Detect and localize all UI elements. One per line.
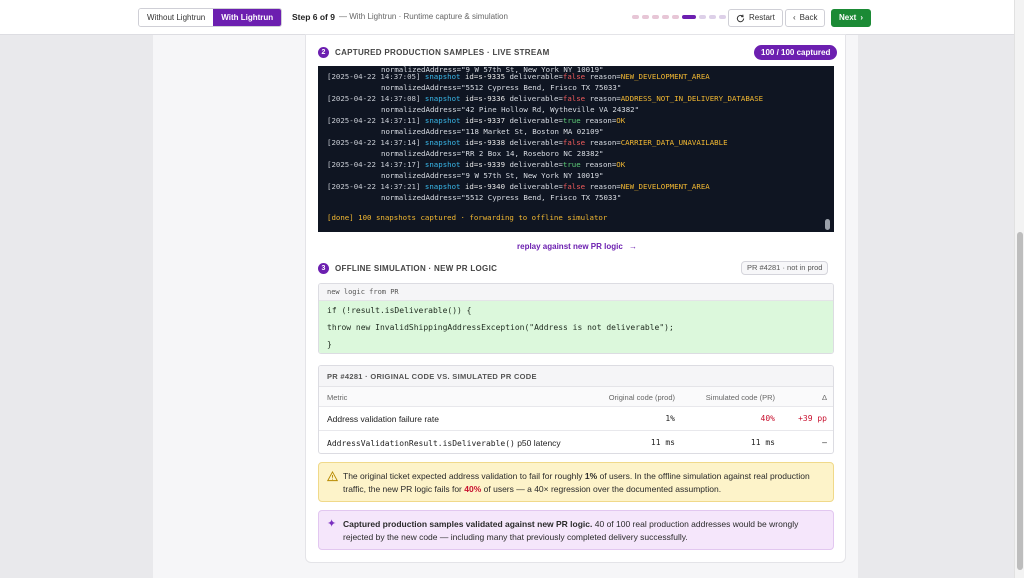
step-dot bbox=[632, 15, 639, 19]
live-stream-console[interactable]: normalizedAddress="9 W 57th St, New York… bbox=[318, 66, 834, 232]
console-snapshot-line: [2025-04-22 14:37:21] snapshot id=s-9340… bbox=[327, 182, 710, 191]
header-metric: Metric bbox=[327, 393, 348, 402]
sparkle-icon: ✦ bbox=[327, 518, 337, 530]
console-snapshot-line: [2025-04-22 14:37:17] snapshot id=s-9339… bbox=[327, 160, 626, 169]
back-label: Back bbox=[799, 13, 818, 22]
replay-link[interactable]: replay against new PR logic → bbox=[517, 242, 637, 251]
metric-cell: AddressValidationResult.isDeliverable() … bbox=[327, 438, 561, 448]
section-3-number: 3 bbox=[318, 263, 329, 274]
header-original: Original code (prod) bbox=[608, 393, 675, 402]
step-dot bbox=[719, 15, 726, 19]
step-dot bbox=[662, 15, 669, 19]
console-snapshot-line: [2025-04-22 14:37:05] snapshot id=s-9335… bbox=[327, 72, 710, 81]
warning-icon bbox=[327, 471, 338, 482]
mode-without-button[interactable]: Without Lightrun bbox=[139, 9, 214, 26]
chevron-right-icon: › bbox=[860, 13, 864, 22]
warning-text: The original ticket expected address val… bbox=[343, 471, 810, 494]
step-indicator: Step 6 of 9 bbox=[292, 12, 335, 22]
section-3-header: 3 OFFLINE SIMULATION · NEW PR LOGIC bbox=[318, 263, 497, 274]
restart-label: Restart bbox=[749, 13, 775, 22]
table-header-row: Metric Original code (prod) Simulated co… bbox=[319, 387, 833, 407]
arrow-right-icon: → bbox=[629, 242, 638, 251]
console-scrollbar-thumb[interactable] bbox=[825, 219, 830, 230]
comparison-table: PR #4281 · ORIGINAL CODE VS. SIMULATED P… bbox=[318, 365, 834, 454]
metric-suffix: p50 latency bbox=[514, 438, 561, 448]
step-dot bbox=[682, 15, 696, 19]
warning-callout: The original ticket expected address val… bbox=[318, 462, 834, 502]
console-snapshot-line: [2025-04-22 14:37:08] snapshot id=s-9336… bbox=[327, 94, 764, 103]
header-simulated: Simulated code (PR) bbox=[705, 393, 775, 402]
console-address-line: normalizedAddress="42 Pine Hollow Rd, Wy… bbox=[381, 105, 640, 114]
original-cell: 11 ms bbox=[650, 438, 675, 447]
table-row: Address validation failure rate 1% 40% +… bbox=[319, 407, 833, 431]
console-address-line: normalizedAddress="9 W 57th St, New York… bbox=[381, 171, 604, 180]
mode-with-button[interactable]: With Lightrun bbox=[213, 9, 282, 26]
code-line: } bbox=[327, 340, 332, 349]
section-2-number: 2 bbox=[318, 47, 329, 58]
step-progress bbox=[632, 15, 726, 19]
step-dot bbox=[642, 15, 649, 19]
delta-cell: – bbox=[822, 438, 827, 447]
section-2-header: 2 CAPTURED PRODUCTION SAMPLES · LIVE STR… bbox=[318, 47, 550, 58]
next-button[interactable]: Next › bbox=[831, 9, 872, 27]
header-delta: Δ bbox=[821, 393, 827, 402]
table-row: AddressValidationResult.isDeliverable() … bbox=[319, 431, 833, 453]
code-line: throw new InvalidShippingAddressExceptio… bbox=[327, 323, 674, 332]
console-address-line: normalizedAddress="5512 Cypress Bend, Fr… bbox=[381, 83, 622, 92]
section-3-title: OFFLINE SIMULATION · NEW PR LOGIC bbox=[335, 264, 498, 273]
console-snapshot-line: [2025-04-22 14:37:14] snapshot id=s-9338… bbox=[327, 138, 728, 147]
step-dot bbox=[699, 15, 706, 19]
comparison-title: PR #4281 · ORIGINAL CODE VS. SIMULATED P… bbox=[319, 366, 833, 387]
step-subtitle: — With Lightrun · Runtime capture & simu… bbox=[339, 12, 508, 21]
simulated-cell: 40% bbox=[760, 414, 775, 423]
mode-toggle: Without Lightrun With Lightrun bbox=[138, 8, 283, 27]
pr-code-block: new logic from PR if (!result.isDelivera… bbox=[318, 283, 834, 354]
step-dot bbox=[652, 15, 659, 19]
restart-icon bbox=[736, 14, 745, 22]
original-cell: 1% bbox=[665, 414, 675, 423]
info-callout: ✦ Captured production samples validated … bbox=[318, 510, 834, 550]
captured-badge: 100 / 100 captured bbox=[754, 45, 838, 60]
top-toolbar: Without Lightrun With Lightrun Step 6 of… bbox=[0, 0, 1014, 35]
step-dot bbox=[672, 15, 679, 19]
pr-badge: PR #4281 · not in prod bbox=[741, 261, 829, 275]
simulated-cell: 11 ms bbox=[750, 438, 775, 447]
console-done-line: [done] 100 snapshots captured · forwardi… bbox=[327, 213, 608, 222]
info-text: Captured production samples validated ag… bbox=[343, 519, 799, 542]
console-address-line: normalizedAddress="118 Market St, Boston… bbox=[381, 127, 604, 136]
console-snapshot-line: [2025-04-22 14:37:11] snapshot id=s-9337… bbox=[327, 116, 626, 125]
code-line: if (!result.isDeliverable()) { bbox=[327, 306, 472, 315]
replay-label: replay against new PR logic bbox=[517, 242, 623, 251]
section-2-title: CAPTURED PRODUCTION SAMPLES · LIVE STREA… bbox=[335, 48, 550, 57]
page-scrollbar-thumb[interactable] bbox=[1017, 232, 1023, 570]
next-label: Next bbox=[839, 13, 857, 22]
chevron-left-icon: ‹ bbox=[793, 13, 796, 22]
console-address-line: normalizedAddress="5512 Cypress Bend, Fr… bbox=[381, 193, 622, 202]
back-button[interactable]: ‹ Back bbox=[785, 9, 826, 27]
console-address-line: normalizedAddress="RR 2 Box 14, Roseboro… bbox=[381, 149, 604, 158]
code-label: new logic from PR bbox=[319, 284, 833, 301]
page-scrollbar[interactable] bbox=[1014, 0, 1024, 578]
step-dot bbox=[709, 15, 716, 19]
delta-cell: +39 pp bbox=[798, 414, 827, 423]
metric-code: AddressValidationResult.isDeliverable() bbox=[327, 439, 515, 448]
code-body: if (!result.isDeliverable()) { throw new… bbox=[319, 301, 833, 353]
restart-button[interactable]: Restart bbox=[728, 9, 783, 27]
metric-cell: Address validation failure rate bbox=[327, 414, 439, 424]
